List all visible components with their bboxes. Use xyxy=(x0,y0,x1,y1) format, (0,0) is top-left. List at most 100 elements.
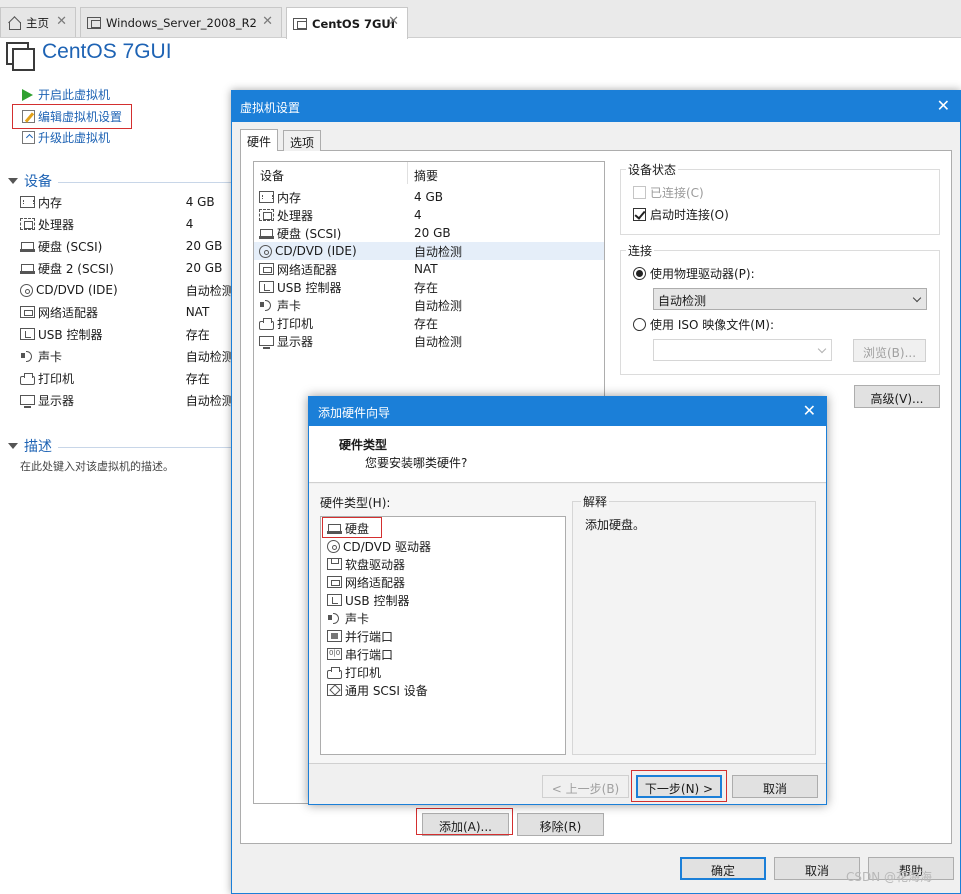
checkbox-label: 已连接(C) xyxy=(650,186,704,200)
table-row[interactable]: 声卡 自动检测 xyxy=(254,296,604,314)
device-name: USB 控制器 xyxy=(277,280,342,295)
connect-at-power-on-checkbox[interactable]: 启动时连接(O) xyxy=(633,206,729,223)
table-row[interactable]: 硬盘 (SCSI) 20 GB xyxy=(254,224,604,242)
usb-icon xyxy=(259,281,274,293)
device-value: 自动检测 xyxy=(185,349,234,364)
vm-icon xyxy=(87,16,101,29)
dialog-title: 添加硬件向导 xyxy=(318,406,391,420)
divider xyxy=(58,182,232,183)
cd-dvd-icon xyxy=(20,283,33,297)
list-item-label: 软盘驱动器 xyxy=(345,557,406,572)
checkbox[interactable] xyxy=(633,208,646,221)
processor-icon xyxy=(259,209,274,221)
remove-hardware-button[interactable]: 移除(R) xyxy=(517,813,604,836)
upgrade-link[interactable]: 升级此虚拟机 xyxy=(22,129,110,146)
group-title: 解释 xyxy=(581,493,610,510)
tab-centos[interactable]: CentOS 7GUI ✕ xyxy=(286,7,408,39)
list-item-label: 通用 SCSI 设备 xyxy=(345,683,428,698)
device-name: 打印机 xyxy=(38,371,75,386)
list-item-label: 网络适配器 xyxy=(345,575,406,590)
device-value: 4 GB xyxy=(185,195,215,209)
device-row[interactable]: 显示器 自动检测 xyxy=(20,389,235,411)
device-value: 20 GB xyxy=(185,239,223,253)
power-on-link[interactable]: 开启此虚拟机 xyxy=(22,86,110,103)
device-row[interactable]: 硬盘 (SCSI) 20 GB xyxy=(20,235,235,257)
table-row[interactable]: 显示器 自动检测 xyxy=(254,332,604,350)
watermark: CSDN @花海海 xyxy=(846,870,933,884)
list-item-label: 并行端口 xyxy=(345,629,394,644)
network-adapter-icon xyxy=(327,576,342,588)
power-on-label: 开启此虚拟机 xyxy=(38,88,111,102)
physical-drive-radio[interactable]: 使用物理驱动器(P): xyxy=(633,265,755,282)
tab-hardware[interactable]: 硬件 xyxy=(240,129,279,151)
device-row[interactable]: 网络适配器 NAT xyxy=(20,301,235,323)
description-heading[interactable]: 描述 xyxy=(8,436,52,456)
column-header-summary[interactable]: 摘要 xyxy=(408,162,604,184)
device-row[interactable]: 处理器 4 xyxy=(20,213,235,235)
tab-label: CentOS 7GUI xyxy=(312,16,396,31)
device-row[interactable]: 打印机 存在 xyxy=(20,367,235,389)
device-summary: 自动检测 xyxy=(414,298,463,313)
table-row-selected[interactable]: CD/DVD (IDE) 自动检测 xyxy=(254,242,604,260)
tab-home[interactable]: 主页 ✕ xyxy=(0,7,76,37)
back-button[interactable]: < 上一步(B) xyxy=(542,775,629,798)
close-icon[interactable]: ✕ xyxy=(56,14,67,29)
radio-button[interactable] xyxy=(633,267,646,280)
device-row[interactable]: CD/DVD (IDE) 自动检测 xyxy=(20,279,235,301)
connected-checkbox[interactable]: 已连接(C) xyxy=(633,184,704,201)
ok-button[interactable]: 确定 xyxy=(680,857,766,880)
list-item[interactable]: CD/DVD 驱动器 xyxy=(327,537,431,555)
description-text[interactable]: 在此处键入对该虚拟机的描述。 xyxy=(20,458,174,474)
processor-icon xyxy=(20,218,35,230)
advanced-button[interactable]: 高级(V)... xyxy=(854,385,940,408)
device-summary: 存在 xyxy=(414,316,439,331)
radio-label: 使用 ISO 映像文件(M): xyxy=(650,318,774,332)
table-row[interactable]: USB 控制器 存在 xyxy=(254,278,604,296)
iso-path-input[interactable] xyxy=(653,339,832,361)
checkbox[interactable] xyxy=(633,186,646,199)
sound-card-icon xyxy=(327,612,342,624)
list-item[interactable]: 网络适配器 xyxy=(327,573,405,591)
table-row[interactable]: 内存 4 GB xyxy=(254,188,604,206)
table-row[interactable]: 处理器 4 xyxy=(254,206,604,224)
physical-drive-select[interactable]: 自动检测 xyxy=(653,288,927,310)
device-name: 硬盘 2 (SCSI) xyxy=(38,261,114,276)
devices-heading[interactable]: 设备 xyxy=(8,171,52,191)
table-row[interactable]: 打印机 存在 xyxy=(254,314,604,332)
list-item[interactable]: 串行端口 xyxy=(327,645,393,663)
wizard-subheading: 您要安装哪类硬件? xyxy=(365,456,468,470)
device-value: 自动检测 xyxy=(185,393,234,408)
wizard-heading: 硬件类型 xyxy=(339,438,388,452)
list-item[interactable]: 通用 SCSI 设备 xyxy=(327,681,428,699)
close-icon[interactable]: ✕ xyxy=(262,14,273,29)
close-icon[interactable]: ✕ xyxy=(388,14,399,29)
device-row[interactable]: 硬盘 2 (SCSI) 20 GB xyxy=(20,257,235,279)
browse-button[interactable]: 浏览(B)... xyxy=(853,339,926,362)
device-value: 存在 xyxy=(185,327,210,342)
table-row[interactable]: 网络适配器 NAT xyxy=(254,260,604,278)
close-icon[interactable]: ✕ xyxy=(803,401,816,420)
list-item[interactable]: USB 控制器 xyxy=(327,591,409,609)
device-row[interactable]: 内存 4 GB xyxy=(20,191,235,213)
list-item[interactable]: 打印机 xyxy=(327,663,381,681)
memory-icon xyxy=(20,196,35,208)
close-icon[interactable]: ✕ xyxy=(937,96,950,115)
upgrade-icon xyxy=(22,131,35,144)
list-item[interactable]: 软盘驱动器 xyxy=(327,555,405,573)
tab-options[interactable]: 选项 xyxy=(283,130,322,151)
column-header-device[interactable]: 设备 xyxy=(254,162,408,184)
sound-card-icon xyxy=(20,350,35,362)
device-row[interactable]: 声卡 自动检测 xyxy=(20,345,235,367)
device-name: 打印机 xyxy=(277,316,314,331)
hardware-type-list[interactable]: 硬盘 CD/DVD 驱动器 软盘驱动器 网络适配器 USB 控制器 声卡 并行端… xyxy=(320,516,566,755)
list-item[interactable]: 并行端口 xyxy=(327,627,393,645)
list-item[interactable]: 声卡 xyxy=(327,609,369,627)
radio-button[interactable] xyxy=(633,318,646,331)
cancel-button[interactable]: 取消 xyxy=(732,775,818,798)
device-summary: 4 xyxy=(414,208,422,222)
wizard-body: 硬件类型(H): 硬盘 CD/DVD 驱动器 软盘驱动器 网络适配器 USB 控… xyxy=(309,484,826,764)
tab-windows-server[interactable]: Windows_Server_2008_R2 ✕ xyxy=(80,7,282,37)
device-row[interactable]: USB 控制器 存在 xyxy=(20,323,235,345)
iso-image-radio[interactable]: 使用 ISO 映像文件(M): xyxy=(633,316,774,333)
vm-icon xyxy=(6,42,35,71)
